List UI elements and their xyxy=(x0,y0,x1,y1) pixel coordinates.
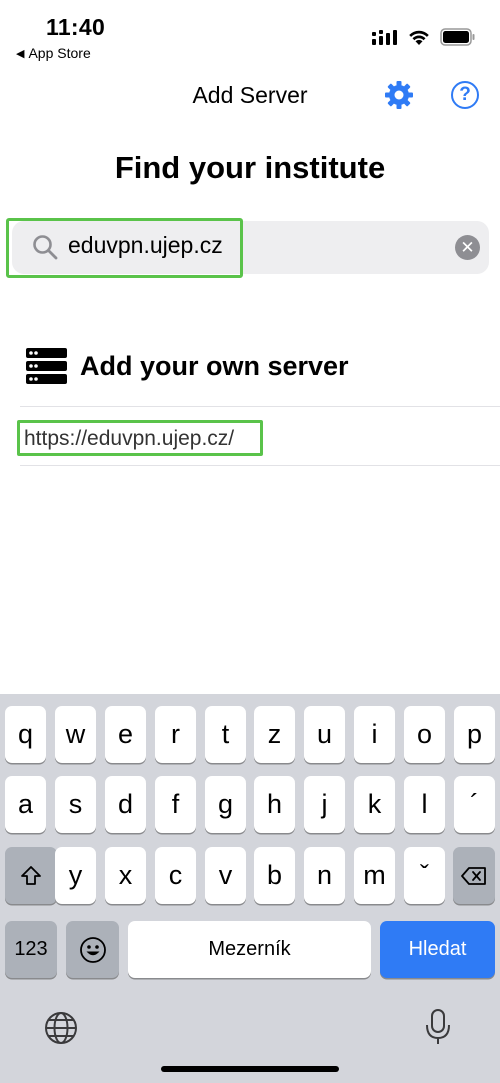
mic-icon[interactable] xyxy=(425,1008,451,1046)
shift-icon xyxy=(21,865,41,885)
nav-bar: Add Server ? xyxy=(0,72,500,120)
key-b[interactable]: b xyxy=(254,847,295,904)
key-o[interactable]: o xyxy=(404,706,445,763)
nav-title: Add Server xyxy=(192,82,308,108)
key-v[interactable]: v xyxy=(205,847,246,904)
emoji-icon xyxy=(79,936,106,963)
status-time: 11:40 xyxy=(46,14,106,40)
key-q[interactable]: q xyxy=(5,706,46,763)
key-r[interactable]: r xyxy=(155,706,196,763)
help-icon[interactable]: ? xyxy=(451,81,479,109)
search-key[interactable]: Hledat xyxy=(380,921,495,978)
key-x[interactable]: x xyxy=(105,847,146,904)
status-icons xyxy=(372,28,476,46)
wifi-icon xyxy=(409,30,429,45)
key-m[interactable]: m xyxy=(354,847,395,904)
status-bar: 11:40 ◀ App Store xyxy=(0,0,500,70)
server-stack-icon xyxy=(26,348,67,384)
space-key[interactable]: Mezerník xyxy=(128,921,371,978)
key-i[interactable]: i xyxy=(354,706,395,763)
search-highlight-frame xyxy=(6,218,243,278)
clear-search-icon[interactable]: ✕ xyxy=(455,235,480,260)
numbers-key[interactable]: 123 xyxy=(5,921,57,978)
key-k[interactable]: k xyxy=(354,776,395,833)
custom-server-url-item[interactable]: https://eduvpn.ujep.cz/ xyxy=(17,420,263,456)
home-indicator[interactable] xyxy=(161,1066,339,1072)
signal-icon xyxy=(372,30,397,45)
key-l[interactable]: l xyxy=(404,776,445,833)
key-n[interactable]: n xyxy=(304,847,345,904)
key-c[interactable]: c xyxy=(155,847,196,904)
key-f[interactable]: f xyxy=(155,776,196,833)
keyboard: q w e r t z u i o p a s d f g h j k l ´ … xyxy=(0,694,500,1083)
key-e[interactable]: e xyxy=(105,706,146,763)
backspace-icon xyxy=(461,866,486,885)
key-h[interactable]: h xyxy=(254,776,295,833)
gear-icon xyxy=(385,81,413,109)
key-y[interactable]: y xyxy=(55,847,96,904)
key-t[interactable]: t xyxy=(205,706,246,763)
shift-key[interactable] xyxy=(5,847,57,904)
page-heading: Find your institute xyxy=(114,150,386,185)
backspace-key[interactable] xyxy=(453,847,495,904)
globe-icon[interactable] xyxy=(44,1011,78,1045)
divider xyxy=(20,406,500,407)
key-d[interactable]: d xyxy=(105,776,146,833)
key-z[interactable]: z xyxy=(254,706,295,763)
back-triangle-icon: ◀ xyxy=(16,47,25,60)
key-w[interactable]: w xyxy=(55,706,96,763)
key-g[interactable]: g xyxy=(205,776,246,833)
key-u[interactable]: u xyxy=(304,706,345,763)
add-own-server-label: Add your own server xyxy=(80,350,349,381)
key-caron[interactable]: ˇ xyxy=(404,847,445,904)
back-to-app-link[interactable]: ◀ App Store xyxy=(16,45,91,61)
key-p[interactable]: p xyxy=(454,706,495,763)
key-s[interactable]: s xyxy=(55,776,96,833)
key-a[interactable]: a xyxy=(5,776,46,833)
back-app-label: App Store xyxy=(28,45,91,61)
emoji-key[interactable] xyxy=(66,921,119,978)
divider xyxy=(20,465,500,466)
battery-icon xyxy=(440,28,475,46)
custom-server-url: https://eduvpn.ujep.cz/ xyxy=(24,427,235,450)
key-j[interactable]: j xyxy=(304,776,345,833)
settings-button[interactable] xyxy=(384,80,414,110)
add-own-server-header: Add your own server xyxy=(26,348,349,384)
key-acute[interactable]: ´ xyxy=(454,776,495,833)
